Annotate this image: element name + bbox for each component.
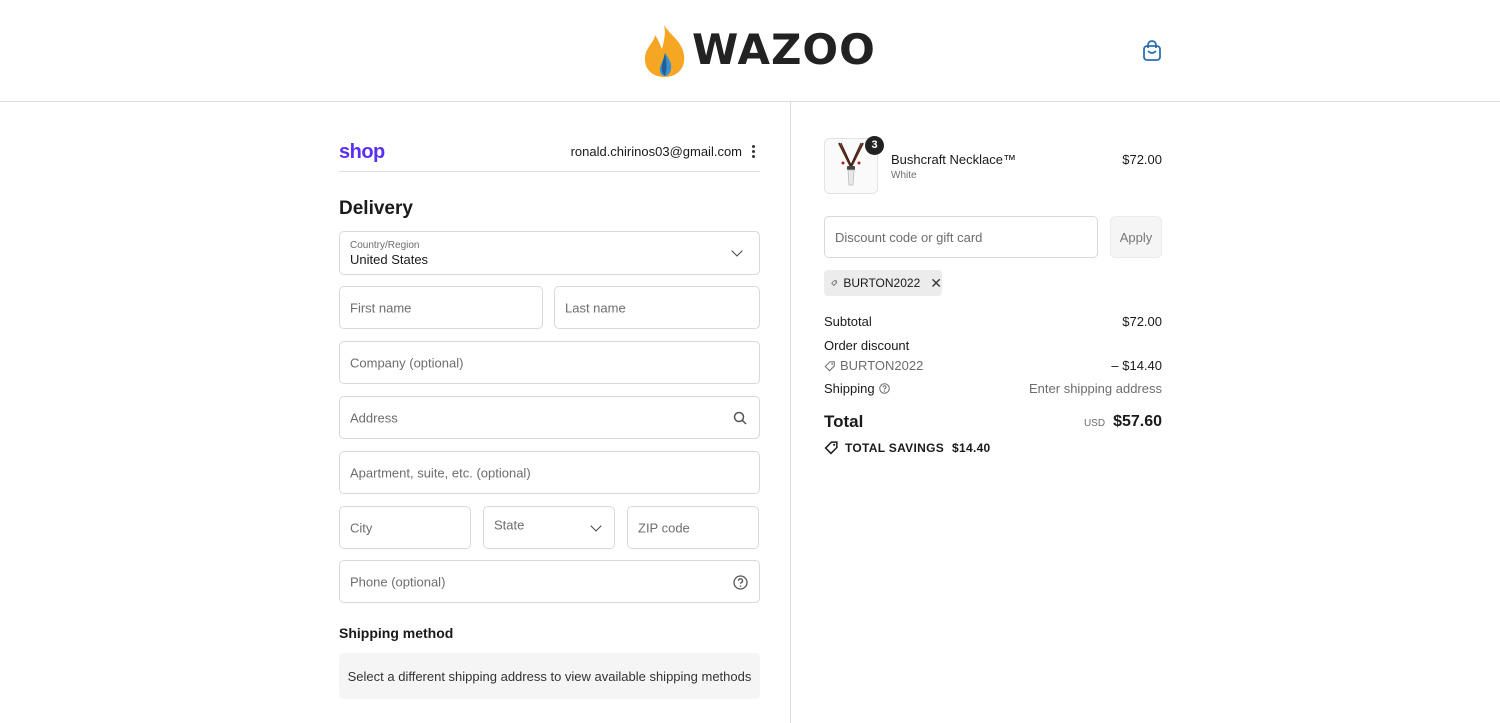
- chevron-down-icon: [590, 520, 602, 532]
- brand-name: WAZOO: [692, 25, 876, 74]
- flame-logo-icon: [644, 25, 685, 77]
- order-discount-row: Order discount: [824, 338, 1162, 353]
- applied-code: BURTON2022: [843, 276, 921, 290]
- help-icon[interactable]: [733, 575, 748, 590]
- apartment-field[interactable]: Apartment, suite, etc. (optional): [339, 451, 760, 494]
- help-icon[interactable]: [878, 383, 890, 394]
- zip-field[interactable]: ZIP code: [627, 506, 759, 549]
- discount-placeholder: Discount code or gift card: [835, 230, 983, 245]
- apply-button[interactable]: Apply: [1110, 216, 1162, 258]
- account-bar: shop ronald.chirinos03@gmail.com: [339, 132, 760, 172]
- currency-code: USD: [1083, 418, 1106, 429]
- product-variant: White: [891, 170, 917, 181]
- first-name-placeholder: First name: [350, 300, 412, 315]
- state-placeholder: State: [494, 517, 525, 533]
- discount-input[interactable]: Discount code or gift card: [824, 216, 1098, 258]
- tag-icon: [824, 360, 835, 371]
- phone-field[interactable]: Phone (optional): [339, 560, 760, 603]
- cart-button[interactable]: [1142, 40, 1162, 62]
- remove-discount-icon[interactable]: ✕: [930, 275, 942, 292]
- country-value: United States: [350, 252, 429, 267]
- total-amount-group: USD $57.60: [1084, 413, 1162, 431]
- address-field[interactable]: Address: [339, 396, 760, 439]
- shipping-method-heading: Shipping method: [339, 625, 454, 641]
- kebab-menu-icon[interactable]: [748, 142, 758, 160]
- savings-value: $14.40: [952, 440, 991, 455]
- total-label: Total: [824, 412, 864, 431]
- apartment-placeholder: Apartment, suite, etc. (optional): [350, 465, 531, 480]
- discount-code-row: BURTON2022 – $14.40: [824, 358, 1162, 375]
- wazoo-logo[interactable]: WAZOO: [642, 22, 876, 78]
- chevron-down-icon: [731, 245, 743, 257]
- country-label: Country/Region: [350, 240, 420, 251]
- order-discount-label: Order discount: [824, 338, 910, 353]
- total-savings: TOTAL SAVINGS $14.40: [824, 440, 991, 455]
- product-name: Bushcraft Necklace™: [891, 152, 1016, 167]
- savings-label: TOTAL SAVINGS: [845, 440, 945, 455]
- tag-icon: [831, 280, 837, 286]
- company-field[interactable]: Company (optional): [339, 341, 760, 384]
- column-divider: [790, 102, 791, 723]
- applied-discount-chip: BURTON2022 ✕: [824, 270, 942, 296]
- shop-pay-logo[interactable]: shop: [339, 141, 385, 164]
- country-select[interactable]: Country/Region United States: [339, 231, 760, 275]
- account-email: ronald.chirinos03@gmail.com: [570, 144, 742, 159]
- company-placeholder: Company (optional): [350, 355, 464, 370]
- quantity-badge: 3: [865, 136, 884, 155]
- product-price: $72.00: [1122, 152, 1162, 167]
- shipping-row: Shipping Enter shipping address: [824, 381, 1162, 396]
- phone-placeholder: Phone (optional): [350, 574, 446, 589]
- address-placeholder: Address: [350, 410, 398, 425]
- search-icon: [733, 411, 747, 425]
- shipping-label-group: Shipping: [824, 381, 890, 396]
- subtotal-label: Subtotal: [824, 314, 872, 329]
- first-name-field[interactable]: First name: [339, 286, 543, 329]
- tag-icon: [824, 441, 838, 455]
- delivery-heading: Delivery: [339, 198, 413, 219]
- zip-placeholder: ZIP code: [638, 520, 690, 535]
- subtotal-row: Subtotal $72.00: [824, 314, 1162, 329]
- discount-code-line: BURTON2022: [824, 358, 923, 373]
- city-placeholder: City: [350, 520, 373, 535]
- shipping-notice-text: Select a different shipping address to v…: [347, 668, 752, 684]
- total-row: Total USD $57.60: [824, 412, 1162, 432]
- shipping-label: Shipping: [824, 381, 875, 396]
- last-name-placeholder: Last name: [565, 300, 626, 315]
- city-field[interactable]: City: [339, 506, 471, 549]
- shopping-bag-icon: [1143, 40, 1161, 61]
- discount-value: – $14.40: [1111, 358, 1162, 373]
- state-select[interactable]: State: [483, 506, 615, 549]
- discount-code: BURTON2022: [840, 358, 924, 373]
- shipping-value: Enter shipping address: [1029, 381, 1162, 396]
- last-name-field[interactable]: Last name: [554, 286, 760, 329]
- subtotal-value: $72.00: [1122, 314, 1162, 329]
- total-value: $57.60: [1113, 413, 1162, 430]
- site-header: WAZOO: [0, 0, 1500, 102]
- shipping-method-notice: Select a different shipping address to v…: [339, 653, 760, 699]
